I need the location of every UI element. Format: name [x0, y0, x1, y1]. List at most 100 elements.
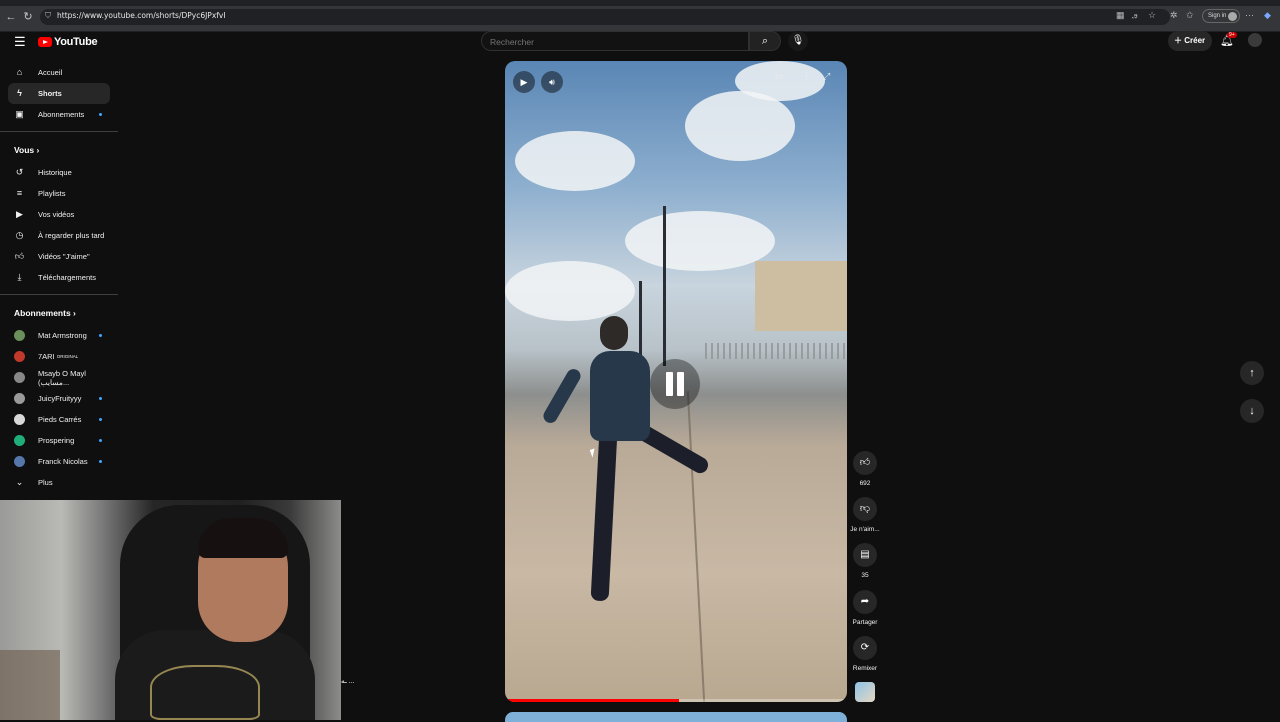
sidebar-item-shorts[interactable]: ϟ Shorts: [8, 83, 110, 104]
search-icon: ⌕: [761, 35, 769, 47]
signin-label: Sign in: [1208, 13, 1227, 19]
sidebar-item-label: À regarder plus tard: [38, 231, 105, 240]
channel-avatar: [14, 393, 25, 404]
sidebar-item-your-videos[interactable]: ▶ Vos vidéos: [0, 204, 118, 225]
voice-search-button[interactable]: 🎙: [788, 31, 808, 51]
volume-button[interactable]: 🔊︎: [541, 71, 563, 93]
you-section-header[interactable]: Vous ›: [0, 138, 118, 162]
subscriptions-section-header[interactable]: Abonnements ›: [0, 301, 118, 325]
create-button[interactable]: ＋ Créer: [1168, 31, 1212, 51]
webcam-overlay: [0, 500, 341, 720]
youtube-play-logo-icon: [38, 37, 52, 47]
account-avatar[interactable]: [1248, 33, 1262, 47]
notifications-button[interactable]: 🔔︎ 9+: [1220, 32, 1237, 47]
subscription-item[interactable]: Pieds Carrés: [0, 409, 118, 430]
share-button[interactable]: ➦ Partager: [853, 590, 877, 626]
home-icon: ⌂: [16, 67, 23, 77]
browser-toolbar: ← ↻ ⛉ https://www.youtube.com/shorts/DPy…: [0, 0, 1280, 32]
sidebar-item-label: Abonnements: [38, 110, 85, 119]
more-label: Plus: [38, 478, 53, 487]
extensions-icon[interactable]: ✲: [1170, 10, 1178, 21]
sidebar-item-home[interactable]: ⌂ Accueil: [0, 62, 118, 83]
subscription-item[interactable]: Franck Nicolas: [0, 451, 118, 472]
pause-icon[interactable]: [650, 359, 700, 409]
next-short-preview[interactable]: [505, 712, 847, 722]
sidebar-item-label: Playlists: [38, 189, 66, 198]
chevron-down-icon: ⌄: [15, 477, 24, 487]
sidebar-item-downloads[interactable]: ⤓ Téléchargements: [0, 267, 118, 288]
watch-later-icon: ◷: [15, 230, 24, 240]
comments-button[interactable]: ▤ 35: [853, 543, 877, 579]
comment-icon: ▤: [853, 543, 877, 567]
thumbs-up-icon: 👍︎: [853, 451, 877, 475]
video-scene: [600, 316, 628, 350]
video-progress-bar[interactable]: [505, 699, 847, 702]
share-icon: ➦: [853, 590, 877, 614]
shorts-video-player[interactable]: ▶ 🔊︎ ▭ ⋮ ⤢: [505, 61, 847, 702]
notification-badge: 9+: [1227, 32, 1237, 38]
apps-icon[interactable]: ▦: [1116, 10, 1125, 21]
browser-signin-button[interactable]: Sign in: [1202, 9, 1240, 23]
url-text[interactable]: https://www.youtube.com/shorts/DPyc6JPxf…: [57, 11, 226, 20]
liked-videos-icon: 👍︎: [14, 251, 25, 261]
search-button[interactable]: ⌕: [749, 31, 781, 51]
youtube-logo[interactable]: YouTube: [38, 35, 98, 49]
play-button[interactable]: ▶: [513, 71, 535, 93]
new-content-dot: [99, 460, 102, 463]
remix-label: Remixer: [852, 665, 878, 672]
sidebar-item-label: Vidéos "J'aime": [38, 252, 90, 261]
sidebar-item-label: Shorts: [38, 89, 62, 98]
new-content-dot: [99, 418, 102, 421]
sound-thumbnail[interactable]: [855, 682, 875, 702]
subscription-item[interactable]: 7ARI ORIGINAL: [0, 346, 118, 367]
collections-icon[interactable]: ✩: [1186, 10, 1194, 21]
captions-icon[interactable]: ▭: [775, 71, 784, 91]
channel-name: Pieds Carrés: [38, 415, 82, 424]
playlists-icon: ≡: [16, 188, 23, 198]
back-icon[interactable]: ←: [4, 10, 18, 24]
shirt-print: [150, 665, 260, 720]
remix-button[interactable]: ⟳ Remixer: [853, 636, 877, 672]
comment-count: 35: [861, 572, 869, 579]
channel-name: 7ARI: [38, 352, 55, 361]
favorite-icon[interactable]: ☆: [1148, 10, 1156, 21]
like-button[interactable]: 👍︎ 692: [853, 451, 877, 487]
logo-text: YouTube: [54, 36, 98, 48]
video-scene: [755, 261, 847, 331]
channel-avatar: [14, 330, 25, 341]
sidebar-item-playlists[interactable]: ≡ Playlists: [0, 183, 118, 204]
sidebar-item-subscriptions[interactable]: ▣ Abonnements: [0, 104, 118, 125]
sidebar-item-liked-videos[interactable]: 👍︎ Vidéos "J'aime": [0, 246, 118, 267]
sidebar-item-label: Accueil: [38, 68, 63, 77]
more-options-icon[interactable]: ⋮: [802, 71, 811, 91]
fullscreen-icon[interactable]: ⤢: [823, 71, 830, 91]
mic-icon: 🎙: [791, 35, 805, 46]
reload-icon[interactable]: ↻: [21, 10, 35, 24]
remix-icon: ⟳: [853, 636, 877, 660]
new-content-dot: [99, 113, 102, 116]
copilot-icon[interactable]: ◆: [1264, 10, 1271, 21]
subscription-item[interactable]: JuicyFruityyy: [0, 388, 118, 409]
sidebar-more-button[interactable]: ⌄ Plus: [0, 472, 118, 493]
more-options-icon[interactable]: ⋯: [1245, 10, 1254, 21]
search-input[interactable]: [482, 33, 748, 51]
menu-icon[interactable]: ☰: [14, 35, 26, 48]
sidebar-item-watch-later[interactable]: ◷ À regarder plus tard: [0, 225, 118, 246]
sidebar-item-label: Téléchargements: [38, 273, 96, 282]
dislike-button[interactable]: 👎︎ Je n'aim...: [850, 497, 880, 533]
next-short-button[interactable]: ↓: [1240, 399, 1264, 423]
arrow-up-icon: ↑: [1249, 367, 1255, 379]
translate-icon[interactable]: ꭿ: [1132, 10, 1137, 21]
video-scene: [515, 131, 635, 191]
sidebar-item-label: Historique: [38, 168, 72, 177]
subscription-item[interactable]: Msayb O Mayl (مسايب...: [0, 367, 118, 388]
sidebar-item-history[interactable]: ↺ Historique: [0, 162, 118, 183]
subscription-item[interactable]: Mat Armstrong: [0, 325, 118, 346]
play-icon: ▶: [520, 77, 528, 87]
subscriptions-icon: ▣: [15, 109, 24, 119]
subscription-item[interactable]: Prospering: [0, 430, 118, 451]
previous-short-button[interactable]: ↑: [1240, 361, 1264, 385]
thumbs-down-icon: 👎︎: [853, 497, 877, 521]
search-box[interactable]: [481, 31, 749, 51]
site-info-icon[interactable]: ⛉: [45, 11, 53, 21]
